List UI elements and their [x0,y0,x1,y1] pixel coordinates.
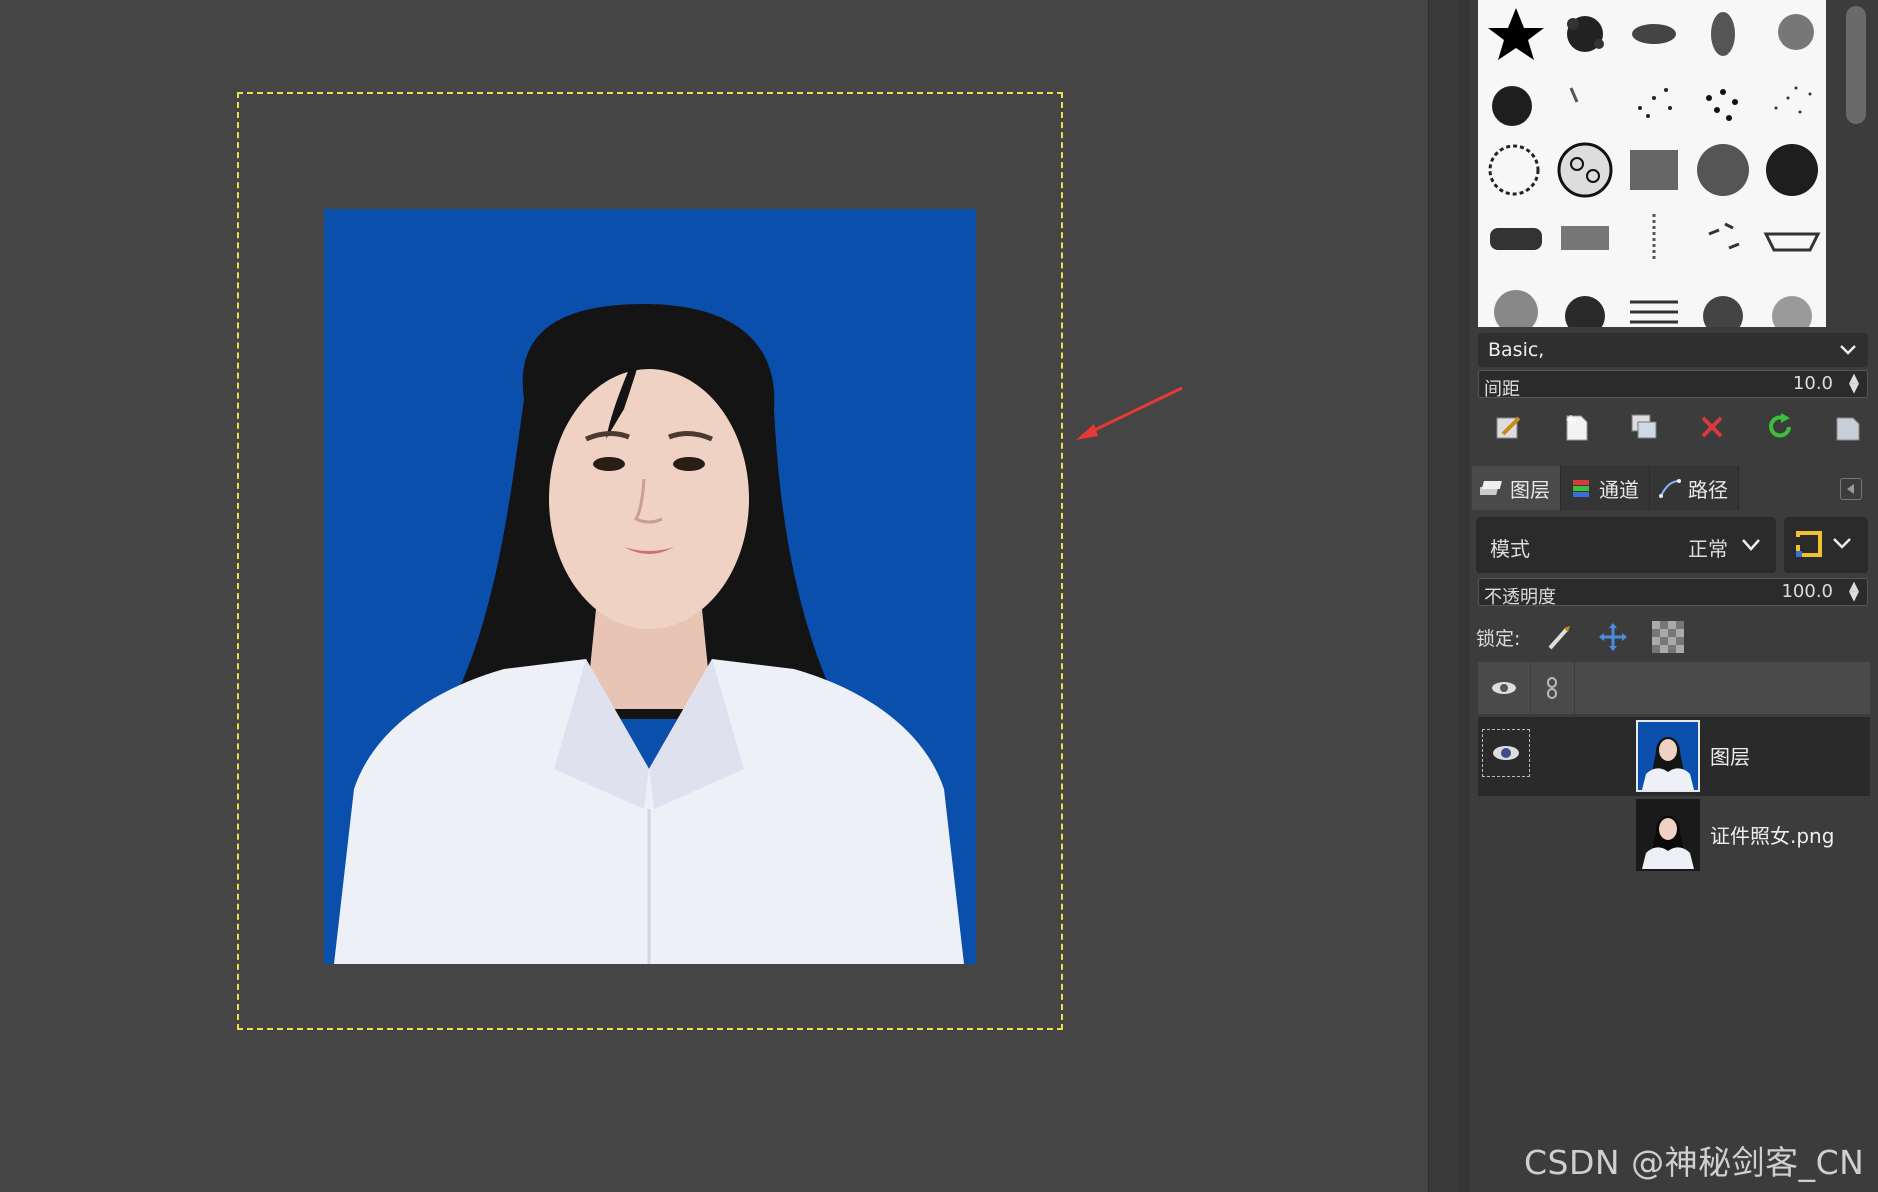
brush-splat[interactable] [1551,0,1619,68]
brush-grunge[interactable] [1689,0,1757,68]
brush-hatch[interactable] [1551,204,1619,272]
layer-name[interactable]: 证件照女.png [1710,820,1834,849]
opacity-value: 100.0 [1781,581,1833,602]
panel-resize-grip[interactable] [1654,457,1694,472]
paths-icon [1659,479,1681,498]
composite-mode-icon [1796,531,1851,557]
canvas-scrollbar[interactable] [1428,0,1460,1192]
new-brush-icon[interactable]: + [1556,407,1596,447]
tab-menu-button[interactable] [1840,478,1862,500]
layers-icon [1480,481,1502,495]
edit-brush-icon[interactable] [1488,407,1528,447]
brush-rough[interactable] [1689,272,1757,327]
layer-name[interactable]: 图层 [1710,741,1750,770]
watermark: CSDN @神秘剑客_CN [1524,1143,1865,1182]
composite-mode-dropdown[interactable] [1784,517,1868,573]
id-photo [324,209,976,964]
brush-cells[interactable] [1482,136,1550,204]
lock-row: 锁定: [1476,615,1685,659]
brush-grid[interactable] [1478,0,1826,327]
brush-vertical-dots[interactable] [1620,204,1688,272]
brush-thin[interactable] [1551,68,1619,136]
chevron-down-icon [1840,345,1856,355]
brush-animal[interactable] [1758,204,1826,272]
brush-lines[interactable] [1620,272,1688,327]
layer-row[interactable]: 证件照女.png [1478,796,1870,876]
brush-actions-toolbar: + [1488,405,1868,449]
visibility-column-header[interactable] [1478,662,1531,714]
brush-noise[interactable] [1482,272,1550,327]
brush-scatter[interactable] [1689,204,1757,272]
dock-tabs: 图层 通道 路径 [1472,466,1739,510]
spin-arrows-icon[interactable]: ▲ ▼ [1849,580,1859,603]
brush-ink[interactable] [1482,68,1550,136]
spacing-slider[interactable]: 间距 10.0 ▲ ▼ [1478,370,1868,400]
opacity-label: 不透明度 [1484,587,1556,608]
brush-star[interactable] [1482,0,1550,68]
tab-layers-label: 图层 [1510,477,1550,502]
chain-column-header[interactable] [1530,662,1575,714]
brush-dots-sparse[interactable] [1620,68,1688,136]
brush-bubbles[interactable] [1551,136,1619,204]
refresh-brushes-icon[interactable] [1760,407,1800,447]
delete-brush-icon[interactable] [1692,407,1732,447]
brush-texture-b[interactable] [1689,136,1757,204]
portrait-thumbnail [1638,722,1698,790]
triangle-left-icon [1847,484,1854,494]
brush-soft[interactable] [1758,272,1826,327]
eye-icon [1492,682,1516,694]
lock-label: 锁定: [1476,627,1521,650]
layer-thumbnail[interactable] [1636,799,1700,871]
spacing-label: 间距 [1484,379,1520,400]
open-brush-as-image-icon[interactable] [1828,407,1868,447]
layers-list-header [1478,662,1870,714]
brush-texture-c[interactable] [1758,136,1826,204]
brush-scrollbar[interactable] [1840,0,1870,327]
mode-value: 正常 [1688,537,1728,561]
brush-scrollbar-thumb[interactable] [1846,6,1866,124]
image-canvas[interactable] [0,0,1428,1192]
brush-preset-dropdown[interactable]: Basic, [1478,333,1868,367]
brush-ink-b[interactable] [1551,272,1619,327]
layer-visibility-toggle[interactable] [1482,808,1530,856]
svg-text:+: + [1565,412,1577,428]
spin-arrows-icon[interactable]: ▲ ▼ [1849,372,1859,395]
dock-separator[interactable] [1458,0,1470,1192]
layer-thumbnail[interactable] [1636,720,1700,792]
eye-icon [1493,746,1519,760]
brush-dots-dense[interactable] [1689,68,1757,136]
tab-paths[interactable]: 路径 [1650,466,1739,510]
tab-paths-label: 路径 [1688,477,1728,502]
brush-soft-splat[interactable] [1758,0,1826,68]
tab-channels-label: 通道 [1599,477,1639,502]
brush-dots-fine[interactable] [1758,68,1826,136]
layer-visibility-toggle[interactable] [1482,729,1530,777]
opacity-slider[interactable]: 不透明度 100.0 ▲ ▼ [1478,578,1868,608]
chain-icon [1547,677,1557,699]
layer-mode-row: 模式 正常 [1476,517,1868,573]
right-dock: Basic, 间距 10.0 ▲ ▼ + 图层 通道 路径 模式 正常 不透明度… [1470,0,1878,1192]
brush-smear[interactable] [1620,0,1688,68]
tab-layers[interactable]: 图层 [1472,466,1561,510]
portrait-thumbnail [1638,801,1698,869]
mode-label: 模式 [1490,537,1530,561]
red-arrow-annotation [1076,386,1183,440]
channels-icon [1573,480,1589,497]
brush-preset-label: Basic, [1488,339,1545,361]
layer-row[interactable]: 图层 [1478,717,1870,797]
tab-channels[interactable]: 通道 [1561,466,1650,510]
lock-pixels-icon[interactable] [1544,622,1574,652]
duplicate-brush-icon[interactable] [1624,407,1664,447]
layer-mode-dropdown[interactable]: 模式 正常 [1476,517,1776,573]
spacing-value: 10.0 [1792,373,1833,394]
chevron-down-icon [1742,539,1760,551]
portrait-illustration [324,209,976,964]
lock-position-icon[interactable] [1598,622,1628,652]
brush-texture-a[interactable] [1620,136,1688,204]
lock-alpha-icon[interactable] [1652,621,1685,653]
brush-stone[interactable] [1482,204,1550,272]
